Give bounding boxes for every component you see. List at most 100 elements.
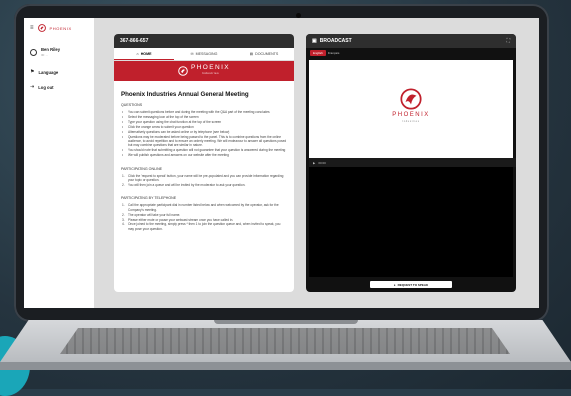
list-item: • Alternatively questions can be asked on… <box>122 129 287 134</box>
meeting-panel: 367-866-657 ⌂ HOME ✉ MESSAGING ▤ DOCUMEN… <box>114 34 294 292</box>
meeting-content: Phoenix Industries Annual General Meetin… <box>114 81 294 238</box>
laptop-front <box>0 362 571 370</box>
tab-bar: ⌂ HOME ✉ MESSAGING ▤ DOCUMENTS <box>114 48 294 61</box>
list-item-text: Please either mute or pause your webcast… <box>128 217 234 222</box>
brand-banner: PHOENIX Industries <box>114 61 294 81</box>
request-label: REQUEST TO SPEAK <box>397 282 429 287</box>
list-item-text: You will then join a queue and will be i… <box>128 182 246 187</box>
meeting-title: Phoenix Industries Annual General Meetin… <box>121 91 249 98</box>
list-item: • You can submit questions before and dur… <box>122 110 287 114</box>
tab-home[interactable]: ⌂ HOME <box>114 48 174 60</box>
list-item-text: Alternatively questions can be asked onl… <box>128 129 230 134</box>
list-item-text: We will publish questions and answers on… <box>128 153 229 158</box>
sidebar-item-label: Log out <box>38 84 54 90</box>
video-area <box>309 167 513 277</box>
list-marker: 3. <box>122 217 125 222</box>
list-item: 2. The operator will take your full name. <box>122 212 287 217</box>
list-item-text: Once joined to the meeting, simply press… <box>128 222 281 231</box>
tab-label: MESSAGING <box>195 52 218 56</box>
tab-messaging[interactable]: ✉ MESSAGING <box>174 48 234 60</box>
list-marker: 1. <box>122 203 125 208</box>
banner-tagline: Industries <box>201 72 220 75</box>
list-marker: • <box>122 153 124 158</box>
list-item: • You should note that submitting a quest… <box>122 148 287 153</box>
phone-number: 367-866-657 <box>120 38 149 44</box>
laptop-hinge <box>214 320 358 324</box>
section-heading: PARTICIPATING BY TELEPHONE <box>121 196 177 201</box>
phoenix-logo-icon <box>178 66 188 76</box>
list-item-text: Select the messaging icon at the top of … <box>128 114 199 119</box>
language-french[interactable]: Français <box>328 51 340 55</box>
list-marker: • <box>122 148 124 153</box>
list-item-text: Questions may be moderated before being … <box>128 134 287 148</box>
slide-brand: PHOENIX <box>392 112 430 118</box>
sidebar-item-language[interactable]: ⚑ Language <box>30 69 58 75</box>
list-item: • We will publish questions and answers o… <box>122 153 287 158</box>
broadcast-header: ▣ BROADCAST ⛶ <box>306 34 516 48</box>
microphone-icon: ● <box>393 282 396 287</box>
tab-documents[interactable]: ▤ DOCUMENTS <box>234 48 294 60</box>
section-heading: PARTICIPATING ONLINE <box>121 166 163 171</box>
list-item-text: The operator will take your full name. <box>128 212 181 217</box>
phoenix-logo-icon <box>37 24 46 32</box>
player-time: 00:00 <box>318 160 326 165</box>
broadcast-icon: ▣ <box>312 38 317 44</box>
list-marker: • <box>122 114 124 119</box>
logout-icon: ⇥ <box>30 84 35 90</box>
flag-icon: ⚑ <box>30 69 35 75</box>
list-item: • Questions may be moderated before being… <box>122 134 287 148</box>
list-item-text: Click the orange arrow to submit your qu… <box>128 124 194 129</box>
info-sections: QUESTIONS • You can submit questions befor… <box>121 103 287 231</box>
phoenix-logo-icon <box>400 88 422 110</box>
document-icon: ▤ <box>249 52 254 56</box>
list-item: 1. Click the 'request to speak' button, y… <box>122 173 287 183</box>
list-item: 3. Please either mute or pause your webca… <box>122 217 287 222</box>
chat-icon: ✉ <box>190 52 194 56</box>
fullscreen-icon[interactable]: ⛶ <box>506 38 510 44</box>
list-item: 2. You will then join a queue and will be… <box>122 182 287 187</box>
sidebar-header: ≡ PHOENIX <box>30 24 72 32</box>
keyboard <box>60 328 510 354</box>
video-slide: PHOENIX Industries <box>309 60 513 158</box>
list-marker: 2. <box>122 212 125 217</box>
list-marker: 2. <box>122 182 125 187</box>
section-heading: QUESTIONS <box>121 103 143 107</box>
phone-header: 367-866-657 <box>114 34 294 48</box>
language-selector: English Français <box>310 50 339 56</box>
list-marker: • <box>122 134 124 139</box>
sidebar-item-logout[interactable]: ⇥ Log out <box>30 84 54 90</box>
laptop-screen: ≡ PHOENIX Ben Riley ID: ... ⚑ Language ⇥… <box>24 18 539 308</box>
video-controls: ▶ 00:00 <box>309 158 516 167</box>
slide-tagline: Industries <box>402 120 420 123</box>
list-item: • Click the orange arrow to submit your q… <box>122 124 287 129</box>
list-marker: 1. <box>122 173 125 178</box>
language-english[interactable]: English <box>310 50 326 56</box>
list-item-text: Type your question using the chat functi… <box>128 119 222 124</box>
broadcast-title: BROADCAST <box>319 38 352 44</box>
list-item-text: You can submit questions before and duri… <box>128 110 270 114</box>
list-marker: • <box>122 124 124 129</box>
request-to-speak-button[interactable]: ● REQUEST TO SPEAK <box>370 281 452 288</box>
list-marker: • <box>122 129 124 134</box>
list-marker: 4. <box>122 222 125 227</box>
tab-label: HOME <box>140 51 152 56</box>
list-item-text: Click the 'request to speak' button, you… <box>128 173 284 182</box>
list-item-text: You should note that submitting a questi… <box>128 148 286 153</box>
list-marker: • <box>122 110 124 114</box>
list-item-text: Call the appropriate participant dial in… <box>128 203 279 212</box>
sidebar: ≡ PHOENIX Ben Riley ID: ... ⚑ Language ⇥… <box>24 18 94 308</box>
home-icon: ⌂ <box>136 51 139 56</box>
sidebar-brand: PHOENIX <box>49 25 72 31</box>
play-icon[interactable]: ▶ <box>313 161 315 165</box>
user-sub: ID: ... <box>41 52 49 57</box>
list-item: 1. Call the appropriate participant dial … <box>122 203 287 212</box>
menu-icon[interactable]: ≡ <box>30 25 34 31</box>
tab-label: DOCUMENTS <box>255 52 279 56</box>
user-profile[interactable]: Ben Riley ID: ... <box>30 47 60 57</box>
broadcast-panel: ▣ BROADCAST ⛶ English Français PHOENIX I… <box>306 34 516 292</box>
sidebar-item-label: Language <box>38 69 59 75</box>
list-marker: • <box>122 119 124 124</box>
user-icon <box>30 49 37 56</box>
list-item: • Select the messaging icon at the top of… <box>122 114 287 119</box>
list-item: • Type your question using the chat funct… <box>122 119 287 124</box>
